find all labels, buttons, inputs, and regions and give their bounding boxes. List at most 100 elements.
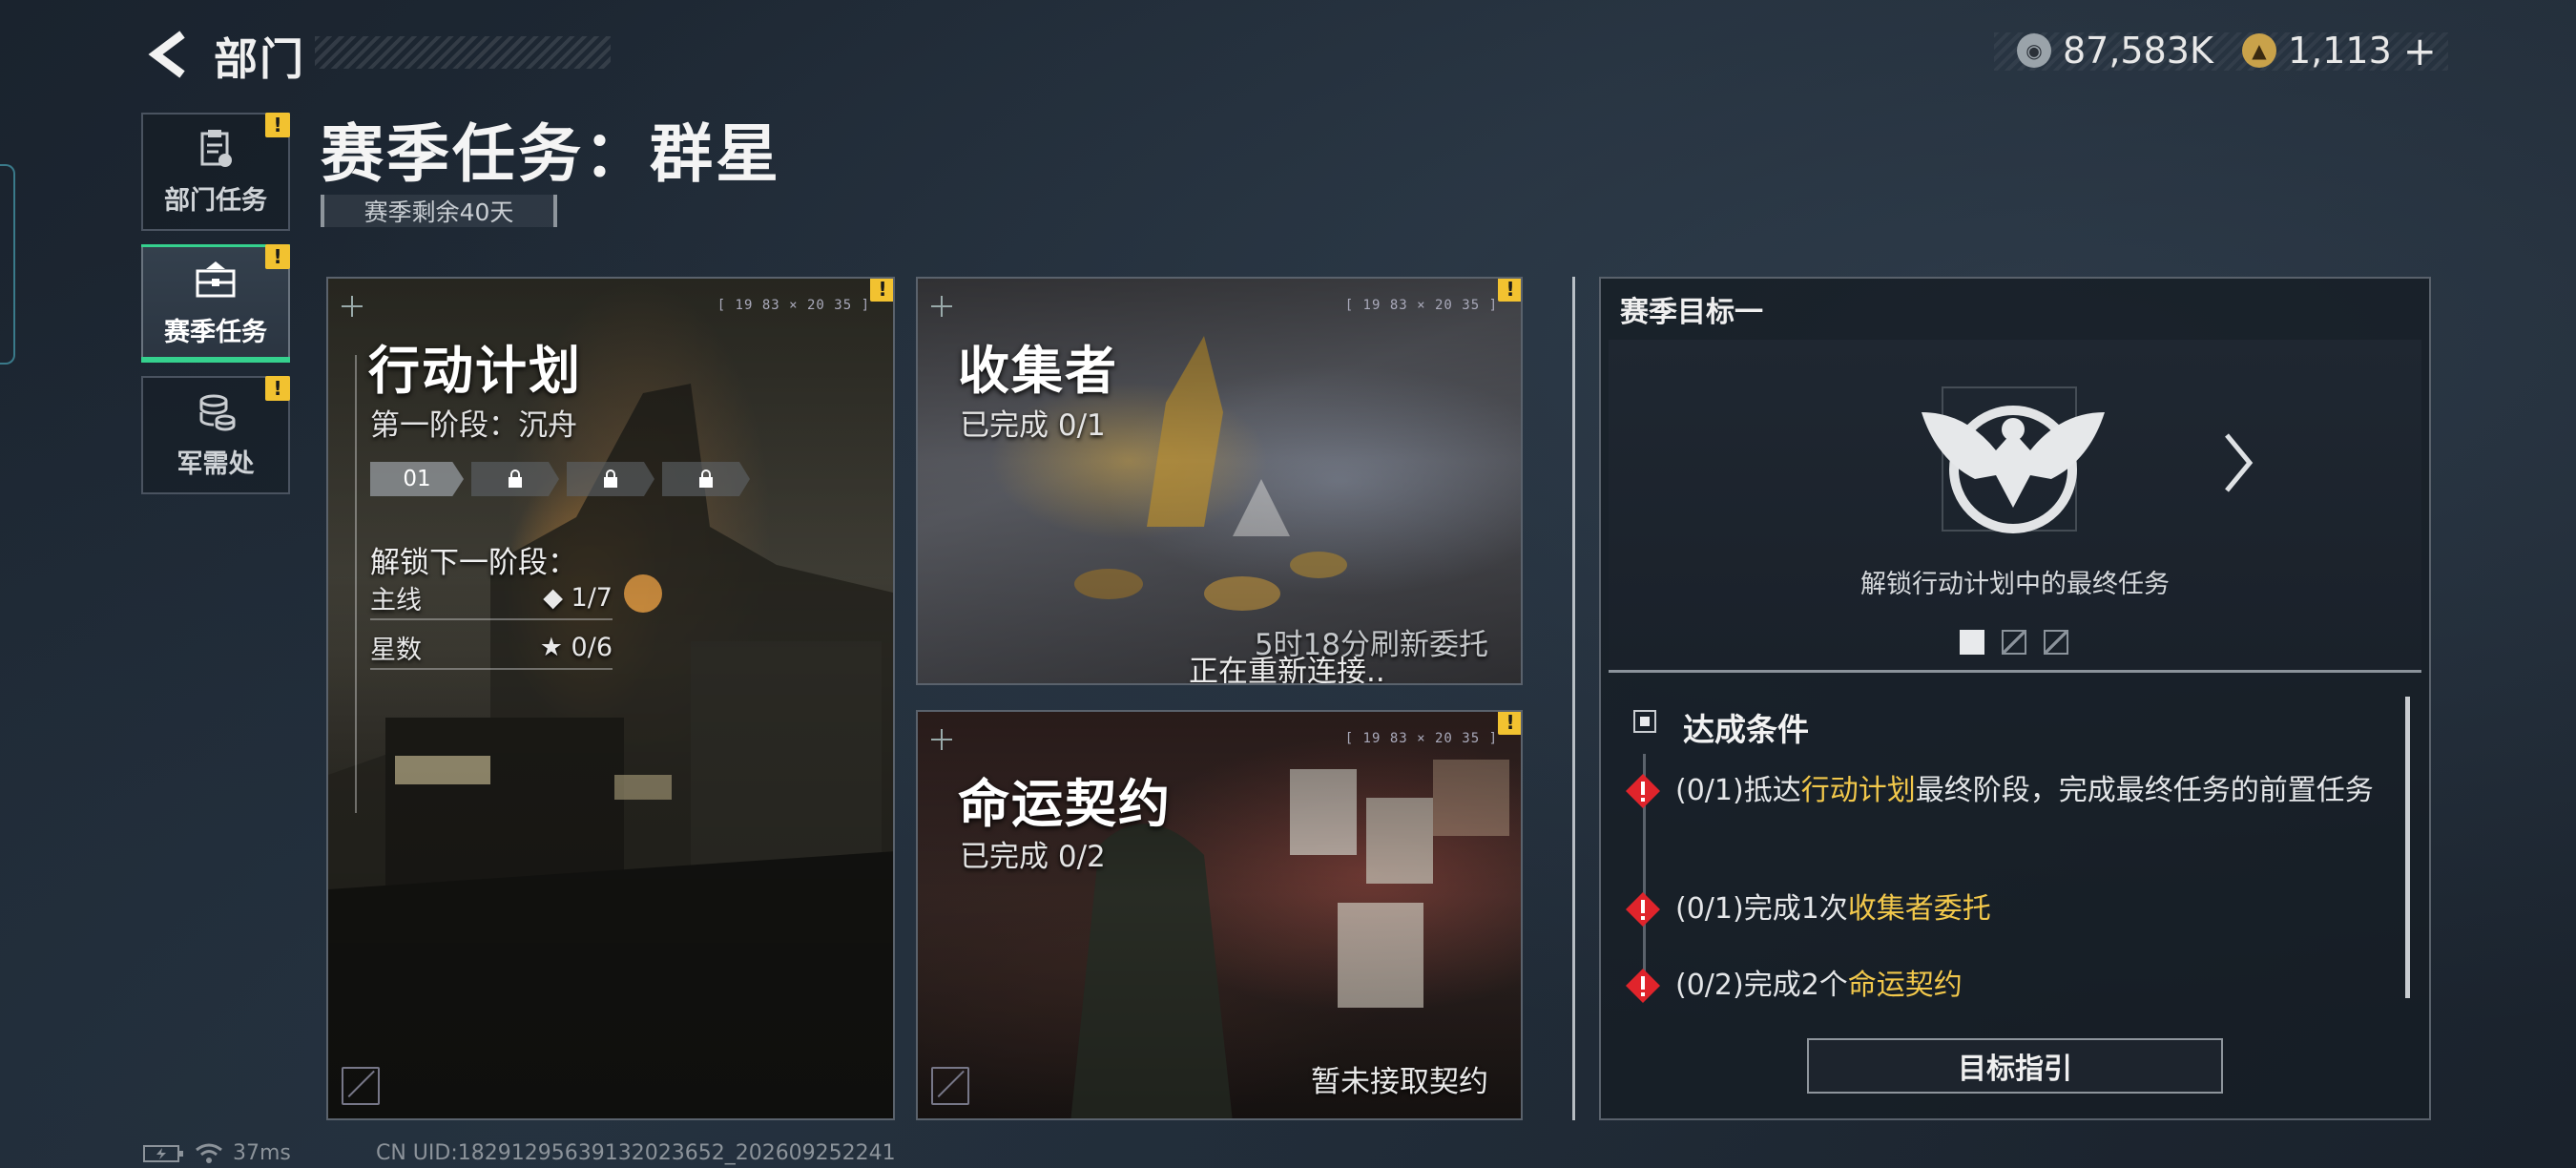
- action-plan-card[interactable]: [ 19 83 × 20 35 ] 行动计划 第一阶段：沉舟 01 解锁下一阶段…: [326, 277, 895, 1120]
- condition-text: (0/2)完成2个命运契约: [1675, 964, 1963, 1008]
- warning-badge: !: [870, 279, 893, 302]
- briefcase-icon: [196, 261, 236, 297]
- stage-locked: [567, 462, 654, 496]
- collector-card[interactable]: [ 19 83 × 20 35 ] 收集者 已完成 0/1 5时18分刷新委托 …: [916, 277, 1523, 685]
- row-value: ◆ 1/7: [543, 582, 613, 613]
- action-plan-title: 行动计划: [368, 341, 582, 401]
- coin-balance: ◉ 87,583K: [2017, 29, 2213, 73]
- wifi-icon: [196, 1143, 222, 1163]
- lock-icon: [699, 469, 713, 488]
- lock-icon: [509, 469, 522, 488]
- condition-item: (0/2)完成2个命运契约: [1624, 964, 2378, 1008]
- sidebar-item-label: 赛季任务: [164, 317, 267, 347]
- eagle-emblem-icon: [1922, 386, 2105, 533]
- battery-icon: [143, 1144, 183, 1162]
- stage-progress: 01: [370, 462, 750, 496]
- clipboard-icon: [200, 129, 232, 167]
- condition-link-fate-contract[interactable]: 命运契约: [1848, 969, 1963, 1002]
- row-label: 星数: [370, 635, 422, 665]
- back-label: 部门: [214, 33, 305, 85]
- emblem-caption: 解锁行动计划中的最终任务: [1860, 570, 2170, 599]
- row-value: ★ 0/6: [539, 632, 613, 662]
- stars-progress-row: 星数 ★ 0/6: [370, 626, 613, 670]
- alert-diamond-icon: [1626, 892, 1660, 927]
- condition-item: (0/1)抵达行动计划最终阶段，完成最终任务的前置任务: [1624, 769, 2378, 813]
- stage-locked: [662, 462, 750, 496]
- season-remaining-badge: 赛季剩余40天: [321, 195, 557, 227]
- page-title: 赛季任务：群星: [321, 117, 781, 191]
- condition-suffix: 最终阶段，完成最终任务的前置任务: [1915, 774, 2374, 807]
- crosshair-decoration: [931, 729, 952, 750]
- sidebar-item-label: 部门任务: [164, 185, 267, 216]
- page-dot-active[interactable]: [1960, 630, 1984, 655]
- corner-decoration: [931, 1067, 969, 1105]
- back-button[interactable]: [141, 27, 195, 82]
- sidebar-item-label: 军需处: [177, 448, 255, 479]
- ticket-icon: ▲: [2242, 33, 2276, 68]
- page-dot[interactable]: [2002, 630, 2026, 655]
- warning-badge: !: [1498, 279, 1521, 302]
- season-goal-title: 赛季目标一: [1620, 296, 1763, 329]
- network-status: 37ms: [143, 1141, 291, 1165]
- panel-divider: [1572, 277, 1575, 1120]
- condition-prefix: (0/1)抵达: [1675, 774, 1801, 807]
- coin-icon: ◉: [2017, 33, 2051, 68]
- condition-prefix: (0/2)完成2个: [1675, 969, 1848, 1002]
- next-goal-chevron-icon[interactable]: [2221, 431, 2255, 494]
- hud-readout: [ 19 83 × 20 35 ]: [717, 298, 870, 313]
- collector-progress: 已完成 0/1: [960, 408, 1106, 443]
- action-plan-phase: 第一阶段：沉舟: [370, 408, 577, 443]
- alert-diamond-icon: [1626, 774, 1660, 808]
- row-label: 主线: [370, 585, 422, 615]
- fate-contract-progress: 已完成 0/2: [960, 840, 1106, 874]
- corner-decoration: [342, 1067, 380, 1105]
- lock-icon: [604, 469, 617, 488]
- reconnecting-text: 正在重新连接..: [1189, 655, 1385, 685]
- ticket-value: 1,113: [2288, 30, 2392, 72]
- vertical-line-decoration: [355, 355, 357, 813]
- coin-value: 87,583K: [2063, 30, 2213, 72]
- hud-readout: [ 19 83 × 20 35 ]: [1344, 298, 1498, 313]
- page-indicator: [1960, 630, 2068, 655]
- condition-link-collector[interactable]: 收集者委托: [1848, 892, 1991, 926]
- ping-value: 37ms: [233, 1141, 291, 1165]
- contract-status: 暂未接取契约: [1311, 1065, 1488, 1099]
- panel-separator: [1609, 670, 2421, 673]
- condition-link-action-plan[interactable]: 行动计划: [1801, 774, 1916, 807]
- back-arrow-icon: [148, 31, 185, 78]
- crosshair-decoration: [931, 296, 952, 317]
- coins-icon: [199, 394, 236, 431]
- warning-badge: !: [1498, 712, 1521, 735]
- uid-text: CN UID:18291295639132023652_202609252241: [376, 1141, 896, 1165]
- sidebar-item-season-tasks[interactable]: 赛季任务 !: [141, 244, 290, 363]
- goal-guide-button[interactable]: 目标指引: [1807, 1038, 2223, 1094]
- condition-item: (0/1)完成1次收集者委托: [1624, 887, 2378, 931]
- add-ticket-button[interactable]: +: [2403, 28, 2437, 74]
- warning-badge: !: [265, 113, 290, 137]
- conditions-marker-icon: [1633, 710, 1656, 733]
- collector-title: 收集者: [958, 341, 1118, 401]
- side-edge-tab[interactable]: [0, 164, 15, 365]
- warning-badge: !: [265, 244, 290, 269]
- active-indicator-bar: [141, 357, 290, 363]
- sidebar-item-quartermaster[interactable]: 军需处 !: [141, 376, 290, 494]
- title-stripe-decoration: [315, 36, 611, 69]
- stage-locked: [471, 462, 559, 496]
- warning-badge: !: [265, 376, 290, 401]
- page-dot[interactable]: [2044, 630, 2068, 655]
- conditions-header: 达成条件: [1683, 711, 1809, 748]
- fate-contract-title: 命运契约: [958, 774, 1172, 834]
- condition-text: (0/1)完成1次收集者委托: [1675, 887, 1991, 931]
- mainline-progress-row: 主线 ◆ 1/7: [370, 576, 613, 620]
- conditions-scrollbar[interactable]: [2405, 697, 2410, 998]
- crosshair-decoration: [342, 296, 363, 317]
- stage-current: 01: [370, 462, 464, 496]
- ticket-balance[interactable]: ▲ 1,113 +: [2242, 28, 2437, 74]
- hud-readout: [ 19 83 × 20 35 ]: [1344, 731, 1498, 746]
- fate-contract-card[interactable]: [ 19 83 × 20 35 ] 命运契约 已完成 0/2 暂未接取契约 !: [916, 710, 1523, 1120]
- condition-text: (0/1)抵达行动计划最终阶段，完成最终任务的前置任务: [1675, 769, 2374, 813]
- unlock-next-label: 解锁下一阶段：: [370, 546, 577, 580]
- alert-diamond-icon: [1626, 969, 1660, 1003]
- sidebar-item-department-tasks[interactable]: 部门任务 !: [141, 113, 290, 231]
- condition-prefix: (0/1)完成1次: [1675, 892, 1848, 926]
